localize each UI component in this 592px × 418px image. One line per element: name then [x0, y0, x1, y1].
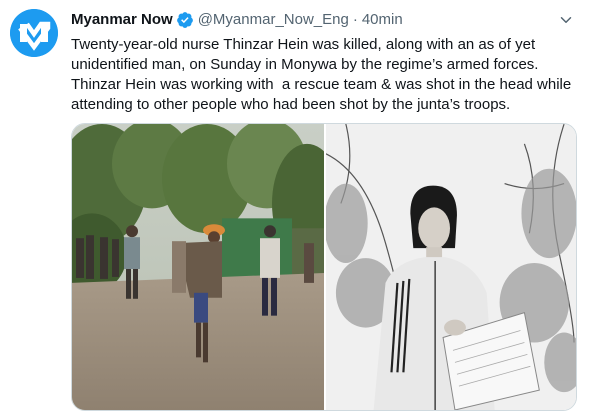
verified-badge-icon — [176, 12, 193, 28]
chevron-down-icon — [560, 17, 572, 23]
handle[interactable]: @Myanmar_Now_Eng — [198, 10, 349, 30]
photo-portrait[interactable] — [326, 124, 576, 410]
tweet-text: Twenty-year-old nurse Thinzar Hein was k… — [71, 35, 583, 115]
myanmar-now-logo-icon — [10, 9, 58, 57]
avatar[interactable] — [10, 9, 58, 57]
tweet-text-line: Twenty-year-old nurse Thinzar Hein was k… — [71, 36, 536, 53]
tweet-card[interactable]: Myanmar Now @Myanmar_Now_Eng · 40min Twe… — [0, 0, 592, 418]
tweet-header: Myanmar Now @Myanmar_Now_Eng · 40min — [71, 10, 552, 30]
tweet-text-line: attending to other people who had been s… — [71, 96, 511, 113]
photo-rescue-scene-image — [72, 124, 324, 410]
more-options-button[interactable] — [554, 12, 578, 28]
display-name[interactable]: Myanmar Now — [71, 10, 173, 30]
media-grid — [71, 123, 577, 411]
tweet-text-line: unidentified man, on Sunday in Monywa by… — [71, 56, 539, 73]
tweet-text-line: Thinzar Hein was working with a rescue t… — [71, 76, 572, 93]
timestamp[interactable]: 40min — [362, 10, 403, 30]
separator-dot: · — [352, 11, 358, 28]
photo-rescue-scene[interactable] — [72, 124, 324, 410]
photo-portrait-image — [326, 124, 576, 410]
